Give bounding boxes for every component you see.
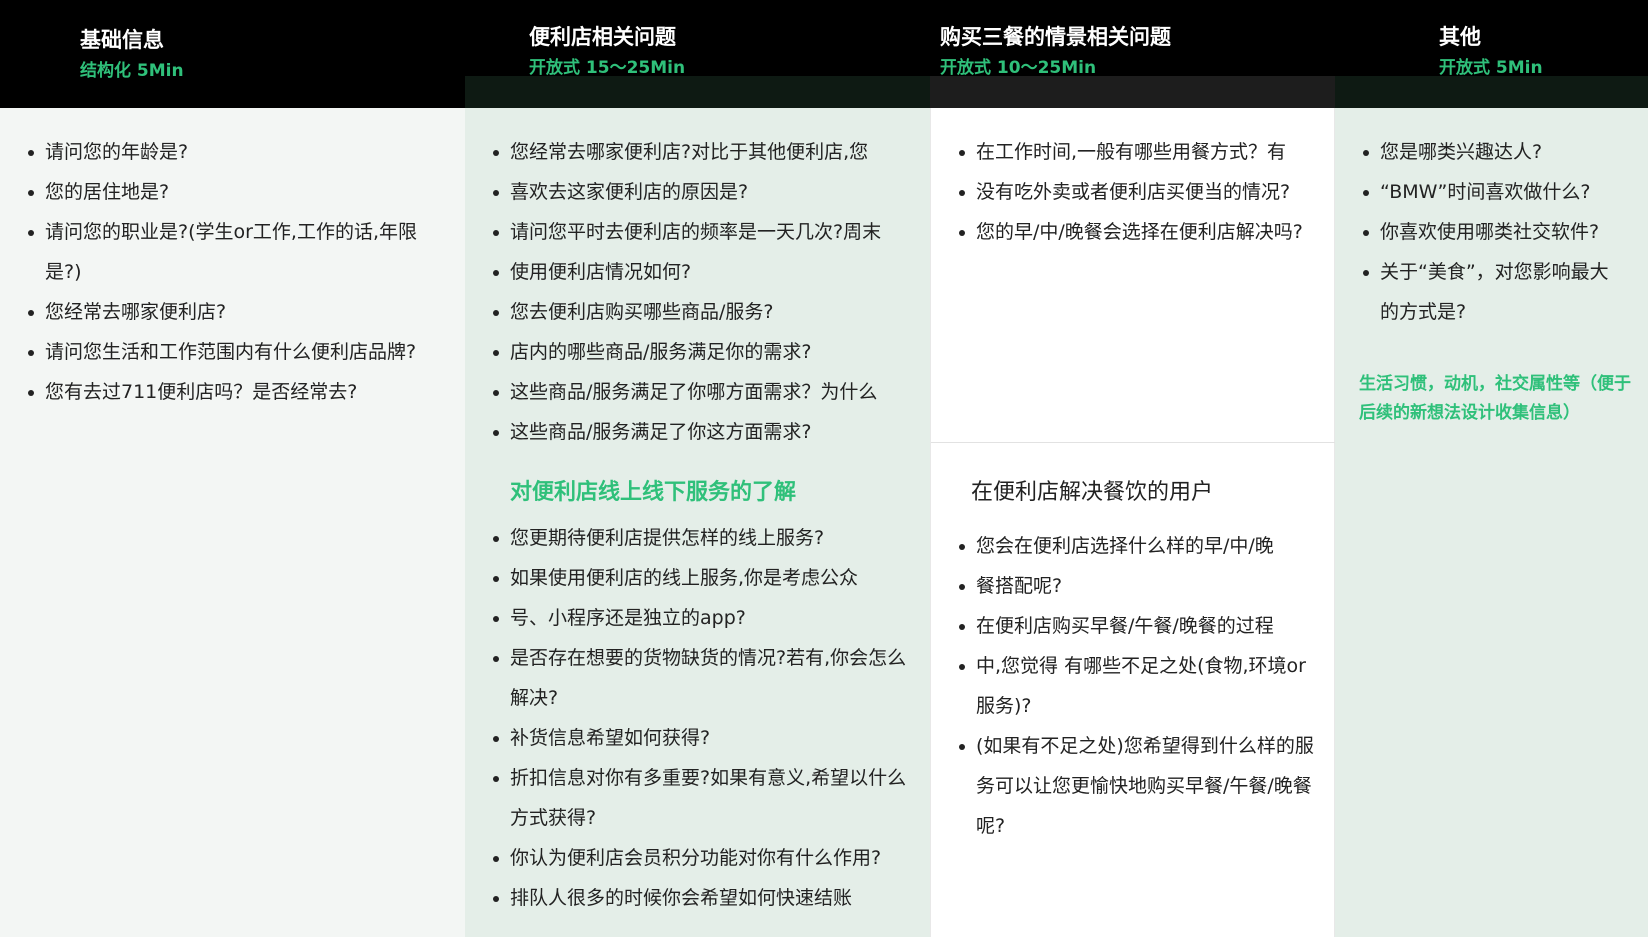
column-title: 基础信息	[80, 28, 164, 52]
list-item: 请问您生活和工作范围内有什么便利店品牌?	[25, 332, 445, 372]
list-item: 您经常去哪家便利店?对比于其他便利店,您	[490, 132, 920, 172]
section-title: 在便利店解决餐饮的用户	[971, 480, 1214, 505]
list-item: 请问您的年龄是?	[25, 132, 445, 172]
column-subtitle: 结构化 5Min	[80, 61, 184, 81]
list-item: (如果有不足之处)您希望得到什么样的服务可以让您更愉快地购买早餐/午餐/晚餐呢?	[956, 726, 1316, 846]
list-item: 中,您觉得 有哪些不足之处(食物,环境or服务)?	[956, 646, 1316, 726]
header-basic-info: 基础信息 结构化 5Min	[0, 0, 465, 108]
list-item: 请问您的职业是?(学生or工作,工作的话,年限是?)	[25, 212, 445, 292]
section-title: 对便利店线上线下服务的了解	[510, 480, 797, 505]
column-other: 您是哪类兴趣达人? “BMW”时间喜欢做什么? 你喜欢使用哪类社交软件? 关于“…	[1335, 108, 1648, 937]
list-item: 在便利店购买早餐/午餐/晚餐的过程	[956, 606, 1316, 646]
list-item: 请问您平时去便利店的频率是一天几次?周末	[490, 212, 920, 252]
list-item: 是否存在想要的货物缺货的情况?若有,你会怎么解决?	[490, 638, 920, 718]
list-item: 您经常去哪家便利店?	[25, 292, 445, 332]
header-bar: 基础信息 结构化 5Min 便利店相关问题 开放式 15～25Min 购买三餐的…	[0, 0, 1648, 108]
list-item: 您是哪类兴趣达人?	[1360, 132, 1620, 172]
list-item: 您会在便利店选择什么样的早/中/晚	[956, 526, 1316, 566]
list-item: 你认为便利店会员积分功能对你有什么作用?	[490, 838, 920, 878]
list-item: 您有去过711便利店吗？是否经常去?	[25, 372, 445, 412]
list-item: 号、小程序还是独立的app?	[490, 598, 920, 638]
list-item: 关于“美食”，对您影响最大的方式是?	[1360, 252, 1620, 332]
list-item: 您的早/中/晚餐会选择在便利店解决吗?	[956, 212, 1316, 252]
column-basic-info: 请问您的年龄是? 您的居住地是? 请问您的职业是?(学生or工作,工作的话,年限…	[0, 108, 465, 937]
list-item: 您的居住地是?	[25, 172, 445, 212]
list-item: 你喜欢使用哪类社交软件?	[1360, 212, 1620, 252]
question-list: 您是哪类兴趣达人? “BMW”时间喜欢做什么? 你喜欢使用哪类社交软件? 关于“…	[1360, 132, 1620, 332]
list-item: 这些商品/服务满足了你哪方面需求？为什么	[490, 372, 920, 412]
column-subtitle: 开放式 15～25Min	[529, 58, 686, 78]
list-item: 这些商品/服务满足了你这方面需求?	[490, 412, 920, 452]
list-item: 店内的哪些商品/服务满足你的需求?	[490, 332, 920, 372]
question-list: 您经常去哪家便利店?对比于其他便利店,您 喜欢去这家便利店的原因是? 请问您平时…	[490, 132, 920, 452]
column-subtitle: 开放式 10～25Min	[940, 58, 1097, 78]
column-convenience-store: 您经常去哪家便利店?对比于其他便利店,您 喜欢去这家便利店的原因是? 请问您平时…	[465, 108, 930, 937]
list-item: 没有吃外卖或者便利店买便当的情况?	[956, 172, 1316, 212]
section-divider	[931, 442, 1336, 443]
list-item: 使用便利店情况如何?	[490, 252, 920, 292]
column-three-meals: 在工作时间,一般有哪些用餐方式？有 没有吃外卖或者便利店买便当的情况? 您的早/…	[930, 108, 1336, 937]
question-list: 请问您的年龄是? 您的居住地是? 请问您的职业是?(学生or工作,工作的话,年限…	[25, 132, 445, 412]
list-item: 补货信息希望如何获得?	[490, 718, 920, 758]
list-item: 在工作时间,一般有哪些用餐方式？有	[956, 132, 1316, 172]
list-item: 排队人很多的时候你会希望如何快速结账	[490, 878, 920, 918]
section-question-list: 您更期待便利店提供怎样的线上服务? 如果使用便利店的线上服务,你是考虑公众 号、…	[490, 518, 920, 918]
column-subtitle: 开放式 5Min	[1439, 58, 1543, 78]
list-item: “BMW”时间喜欢做什么?	[1360, 172, 1620, 212]
list-item: 如果使用便利店的线上服务,你是考虑公众	[490, 558, 920, 598]
header-three-meals: 购买三餐的情景相关问题 开放式 10～25Min	[930, 0, 1335, 108]
list-item: 您去便利店购买哪些商品/服务?	[490, 292, 920, 332]
question-list: 在工作时间,一般有哪些用餐方式？有 没有吃外卖或者便利店买便当的情况? 您的早/…	[956, 132, 1316, 252]
list-item: 喜欢去这家便利店的原因是?	[490, 172, 920, 212]
list-item: 您更期待便利店提供怎样的线上服务?	[490, 518, 920, 558]
section-question-list: 您会在便利店选择什么样的早/中/晚 餐搭配呢? 在便利店购买早餐/午餐/晚餐的过…	[956, 526, 1316, 846]
header-other: 其他 开放式 5Min	[1335, 0, 1648, 108]
column-title: 便利店相关问题	[529, 25, 676, 49]
header-convenience-store: 便利店相关问题 开放式 15～25Min	[465, 0, 930, 108]
list-item: 折扣信息对你有多重要?如果有意义,希望以什么方式获得?	[490, 758, 920, 838]
column-title: 购买三餐的情景相关问题	[940, 25, 1171, 49]
column-title: 其他	[1439, 25, 1481, 49]
list-item: 餐搭配呢?	[956, 566, 1316, 606]
interview-outline: 基础信息 结构化 5Min 便利店相关问题 开放式 15～25Min 购买三餐的…	[0, 0, 1648, 937]
note-text: 生活习惯，动机，社交属性等（便于后续的新想法设计收集信息）	[1359, 374, 1631, 423]
